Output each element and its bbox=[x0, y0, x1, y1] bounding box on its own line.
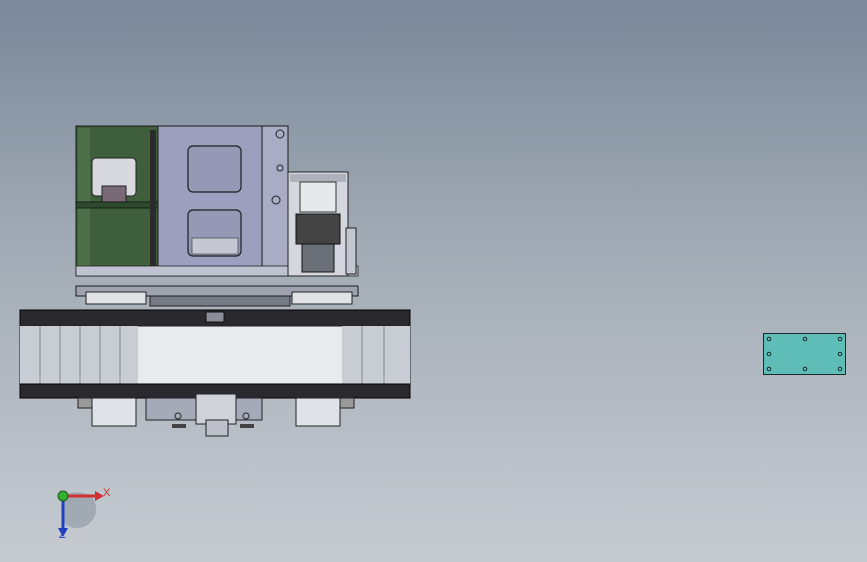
graphics-viewport[interactable]: X Z bbox=[0, 0, 867, 562]
upper-platform[interactable] bbox=[75, 285, 359, 307]
center-shaft-mount[interactable] bbox=[145, 393, 263, 437]
cad-model[interactable] bbox=[0, 0, 867, 562]
x-axis-label: X bbox=[103, 487, 111, 499]
cylinder-assembly-right[interactable] bbox=[287, 171, 357, 277]
teal-plate[interactable] bbox=[763, 333, 846, 375]
z-axis-label: Z bbox=[59, 529, 66, 541]
turntable-ring[interactable] bbox=[19, 309, 411, 399]
green-housing-left[interactable] bbox=[75, 125, 159, 277]
